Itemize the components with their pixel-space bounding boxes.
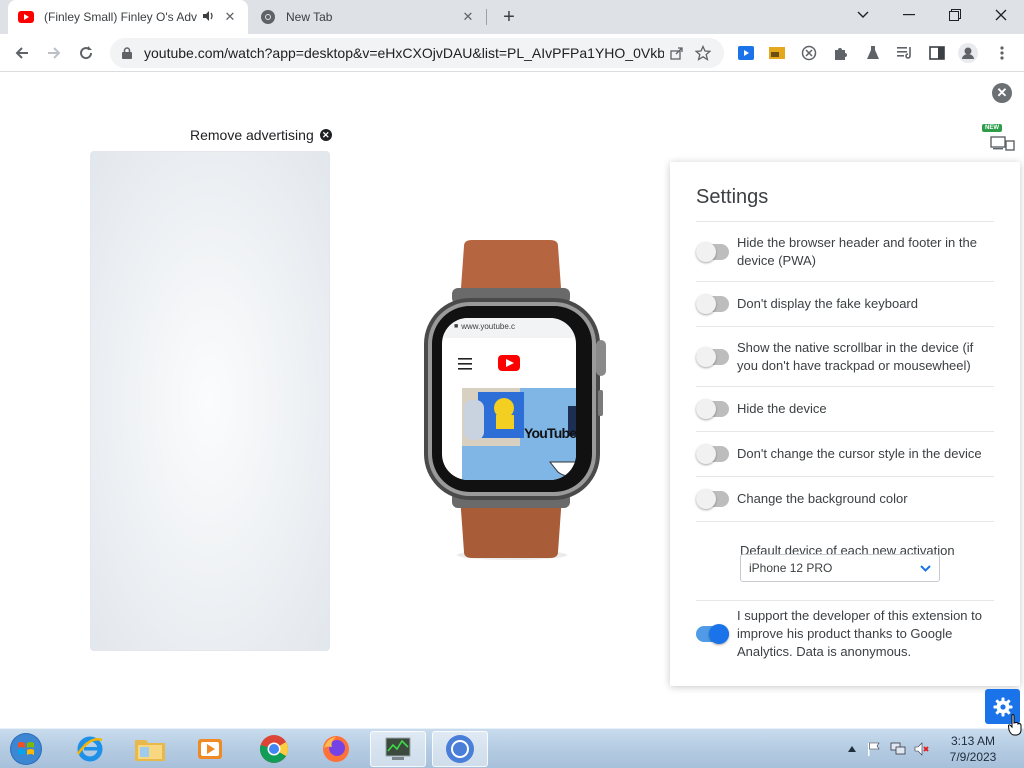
setting-hide-browser-header[interactable]: Hide the browser header and footer in th…: [696, 221, 994, 281]
folder-icon: [135, 740, 165, 761]
chrome-icon: [260, 9, 276, 25]
tab-youtube[interactable]: (Finley Small) Finley O's Adv ✕: [8, 0, 248, 34]
tab-new-tab[interactable]: New Tab ✕: [250, 0, 486, 34]
setting-background-color[interactable]: Change the background color: [696, 476, 994, 521]
setting-label: Don't change the cursor style in the dev…: [737, 446, 982, 461]
firefox-icon: [323, 736, 349, 762]
tab-title: New Tab: [286, 10, 333, 24]
taskbar-media-player[interactable]: [182, 731, 238, 767]
reload-button[interactable]: [72, 39, 100, 67]
share-icon[interactable]: [664, 40, 690, 66]
restore-button[interactable]: [932, 0, 978, 30]
page-content: Remove advertising ✕ ✕ NEW ■ www.youtube…: [0, 72, 1024, 728]
task-manager-icon: [385, 737, 411, 760]
tab-search-icon[interactable]: [840, 0, 886, 30]
toggle-switch[interactable]: [696, 489, 729, 509]
toggle-switch[interactable]: [696, 623, 729, 644]
address-bar[interactable]: youtube.com/watch?app=desktop&v=eHxCXOjv…: [110, 38, 724, 68]
system-clock[interactable]: 3:13 AM 7/9/2023: [938, 733, 1008, 765]
watch-address-text: www.youtube.c: [461, 322, 516, 331]
setting-label: Don't display the fake keyboard: [737, 296, 918, 311]
volume-muted-icon[interactable]: [914, 741, 930, 757]
setting-native-scrollbar[interactable]: Show the native scrollbar in the device …: [696, 326, 994, 386]
clock-time: 3:13 AM: [950, 734, 996, 748]
setting-hide-fake-keyboard[interactable]: Don't display the fake keyboard: [696, 281, 994, 326]
extension-device-icon[interactable]: [736, 43, 756, 63]
toggle-switch[interactable]: [696, 399, 729, 419]
windows-taskbar: 3:13 AM 7/9/2023: [0, 728, 1024, 768]
tab-title: (Finley Small) Finley O's Adv: [44, 10, 197, 24]
windows-logo-icon: [10, 733, 42, 765]
taskbar-file-explorer[interactable]: [122, 731, 178, 767]
devices-icon: [990, 136, 1015, 151]
watch-address-bar: ■ www.youtube.c: [454, 322, 562, 331]
toggle-switch[interactable]: [696, 241, 729, 262]
youtube-icon: [18, 9, 34, 25]
watch-device-mockup[interactable]: ■ www.youtube.c YouTube: [420, 240, 610, 562]
setting-analytics[interactable]: I support the developer of this extensio…: [696, 600, 994, 666]
setting-label: Show the native scrollbar in the device …: [737, 339, 974, 373]
lab-flask-icon[interactable]: [863, 43, 883, 63]
default-device-select[interactable]: iPhone 12 PRO: [740, 554, 940, 582]
taskbar-chrome[interactable]: [246, 731, 302, 767]
show-hidden-icons[interactable]: [844, 741, 860, 757]
taskbar-internet-explorer[interactable]: [62, 731, 118, 767]
extension-block-icon[interactable]: [799, 43, 819, 63]
minimize-button[interactable]: [886, 0, 932, 30]
divider: [696, 521, 994, 522]
chromium-icon: [446, 735, 474, 763]
tab-strip: (Finley Small) Finley O's Adv ✕ New Tab …: [0, 0, 1024, 34]
remove-advertising-label: Remove advertising: [190, 127, 314, 143]
action-center-flag-icon[interactable]: [866, 741, 882, 757]
profile-avatar-icon[interactable]: [958, 43, 978, 63]
hand-cursor-icon: [1008, 714, 1022, 736]
start-button[interactable]: [6, 731, 46, 767]
setting-hide-device[interactable]: Hide the device: [696, 386, 994, 431]
taskbar-task-manager[interactable]: [370, 731, 426, 767]
lock-icon[interactable]: [120, 46, 134, 60]
setting-label: Hide the browser header and footer in th…: [737, 234, 977, 268]
clock-date: 7/9/2023: [949, 750, 997, 764]
toggle-switch[interactable]: [696, 294, 729, 314]
more-menu-icon[interactable]: [992, 43, 1012, 63]
setting-label: Hide the device: [737, 401, 827, 416]
lock-icon: ■: [454, 323, 459, 330]
new-tab-button[interactable]: +: [498, 6, 520, 28]
settings-panel: Settings Hide the browser header and foo…: [670, 162, 1020, 686]
url-text[interactable]: youtube.com/watch?app=desktop&v=eHxCXOjv…: [144, 45, 664, 61]
setting-cursor-style[interactable]: Don't change the cursor style in the dev…: [696, 431, 994, 476]
side-panel-icon[interactable]: [927, 43, 947, 63]
close-circle-icon[interactable]: ✕: [319, 129, 332, 141]
setting-label: I support the developer of this extensio…: [737, 607, 982, 659]
advertising-panel: [90, 151, 330, 651]
extension-cast-icon[interactable]: [767, 43, 787, 63]
back-button[interactable]: [8, 39, 36, 67]
remove-advertising-link[interactable]: Remove advertising ✕: [190, 127, 332, 143]
toggle-switch[interactable]: [696, 444, 729, 464]
settings-title: Settings: [696, 186, 769, 208]
forward-button[interactable]: [40, 39, 68, 67]
close-window-button[interactable]: [978, 0, 1024, 30]
taskbar-firefox[interactable]: [308, 731, 364, 767]
default-device-value: iPhone 12 PRO: [749, 561, 833, 575]
chrome-icon: [259, 735, 288, 763]
close-tab-icon[interactable]: ✕: [460, 9, 476, 25]
new-device-button[interactable]: NEW: [982, 124, 1016, 151]
youtube-logo-text: YouTube: [524, 425, 577, 441]
network-icon[interactable]: [890, 741, 906, 757]
media-player-icon: [198, 739, 222, 759]
tab-divider: [486, 9, 487, 25]
close-tab-icon[interactable]: ✕: [222, 9, 238, 25]
chevron-down-icon: [920, 561, 931, 575]
internet-explorer-icon: [76, 736, 103, 762]
extensions-puzzle-icon[interactable]: [831, 43, 851, 63]
bookmark-star-icon[interactable]: [690, 40, 716, 66]
speaker-icon[interactable]: [202, 10, 218, 25]
browser-toolbar: youtube.com/watch?app=desktop&v=eHxCXOjv…: [0, 34, 1024, 72]
media-queue-icon[interactable]: [895, 43, 915, 63]
setting-label: Change the background color: [737, 491, 908, 506]
taskbar-chromium[interactable]: [432, 731, 488, 767]
toggle-switch[interactable]: [696, 346, 729, 367]
close-extension-icon[interactable]: ✕: [992, 83, 1012, 103]
